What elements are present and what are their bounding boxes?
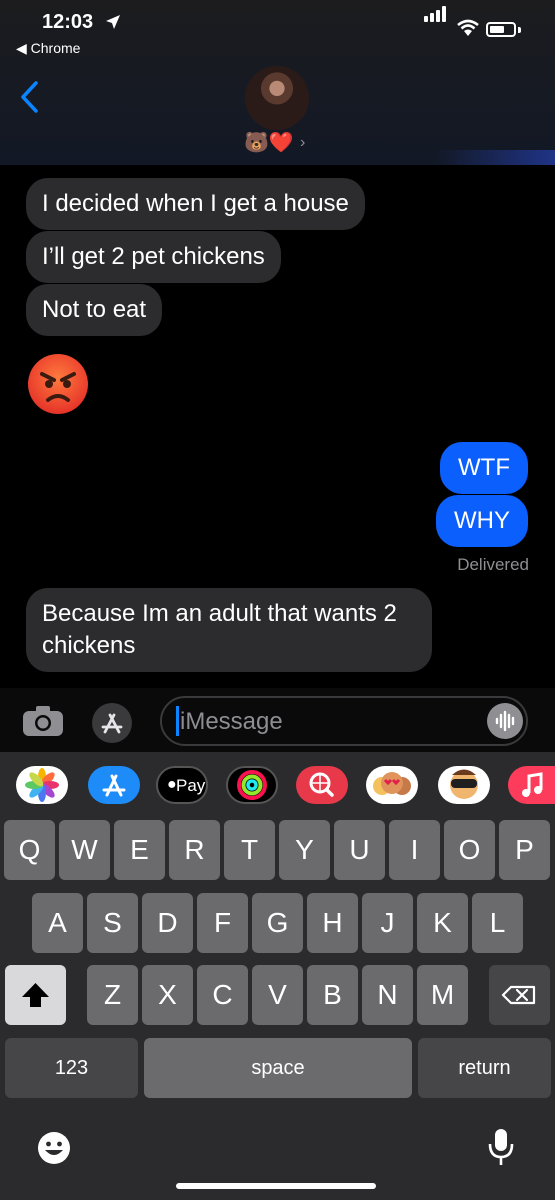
apple-pay-icon[interactable]: ● Pay bbox=[156, 766, 208, 804]
key-z[interactable]: Z bbox=[87, 965, 138, 1025]
space-key[interactable]: space bbox=[144, 1038, 412, 1098]
wifi-icon bbox=[457, 19, 479, 36]
memoji-icon[interactable] bbox=[366, 766, 418, 804]
memoji-icon[interactable] bbox=[438, 766, 490, 804]
key-i[interactable]: I bbox=[389, 820, 440, 880]
key-p[interactable]: P bbox=[499, 820, 550, 880]
delete-key[interactable] bbox=[489, 965, 550, 1025]
waveform-icon bbox=[495, 710, 515, 732]
key-b[interactable]: B bbox=[307, 965, 358, 1025]
key-m[interactable]: M bbox=[417, 965, 468, 1025]
activity-icon[interactable] bbox=[226, 766, 278, 804]
shift-key[interactable] bbox=[5, 965, 66, 1025]
key-f[interactable]: F bbox=[197, 893, 248, 953]
contact-name[interactable]: 🐻❤️ bbox=[244, 132, 294, 154]
key-y[interactable]: Y bbox=[279, 820, 330, 880]
key-c[interactable]: C bbox=[197, 965, 248, 1025]
text-caret bbox=[176, 706, 179, 736]
message-bubble-incoming[interactable]: Because Im an adult that wants 2 chicken… bbox=[26, 588, 432, 672]
backspace-icon bbox=[501, 985, 536, 1005]
key-q[interactable]: Q bbox=[4, 820, 55, 880]
return-key[interactable]: return bbox=[418, 1038, 551, 1098]
key-t[interactable]: T bbox=[224, 820, 275, 880]
message-bubble-incoming[interactable]: Not to eat bbox=[26, 284, 163, 336]
key-v[interactable]: V bbox=[252, 965, 303, 1025]
key-w[interactable]: W bbox=[59, 820, 110, 880]
status-time: 12:03 bbox=[42, 11, 94, 33]
key-r[interactable]: R bbox=[169, 820, 220, 880]
message-bubble-outgoing[interactable]: WHY bbox=[436, 495, 528, 547]
shift-arrow-icon bbox=[22, 983, 49, 1007]
contact-avatar[interactable] bbox=[245, 66, 309, 130]
battery-icon bbox=[486, 22, 516, 37]
key-g[interactable]: G bbox=[252, 893, 303, 953]
key-l[interactable]: L bbox=[472, 893, 523, 953]
key-k[interactable]: K bbox=[417, 893, 468, 953]
camera-icon[interactable] bbox=[22, 705, 64, 737]
app-store-button[interactable] bbox=[92, 703, 132, 743]
web-search-icon[interactable] bbox=[296, 766, 348, 804]
message-bubble-outgoing[interactable]: WTF bbox=[440, 442, 528, 494]
contact-chevron-icon[interactable]: › bbox=[300, 134, 305, 152]
message-bubble-incoming[interactable]: I’ll get 2 pet chickens bbox=[26, 231, 281, 283]
key-s[interactable]: S bbox=[87, 893, 138, 953]
dictation-mic-icon[interactable] bbox=[486, 1127, 516, 1169]
key-h[interactable]: H bbox=[307, 893, 358, 953]
key-d[interactable]: D bbox=[142, 893, 193, 953]
angry-face-emoji[interactable]: 😡 bbox=[28, 354, 88, 414]
battery-nub bbox=[518, 27, 521, 33]
emoji-keyboard-icon[interactable] bbox=[36, 1130, 72, 1166]
key-a[interactable]: A bbox=[32, 893, 83, 953]
home-indicator[interactable] bbox=[176, 1183, 376, 1189]
app-store-icon[interactable] bbox=[88, 766, 140, 804]
photos-icon[interactable] bbox=[16, 766, 68, 804]
delivered-status: Delivered bbox=[457, 555, 529, 574]
message-input-placeholder: iMessage bbox=[180, 708, 283, 735]
app-store-icon bbox=[101, 713, 123, 734]
numbers-key[interactable]: 123 bbox=[5, 1038, 138, 1098]
key-e[interactable]: E bbox=[114, 820, 165, 880]
audio-message-button[interactable] bbox=[487, 703, 523, 739]
back-to-app-link[interactable]: ◀ Chrome bbox=[16, 40, 80, 57]
back-chevron-icon[interactable] bbox=[18, 80, 42, 114]
key-n[interactable]: N bbox=[362, 965, 413, 1025]
message-bubble-incoming[interactable]: I decided when I get a house bbox=[26, 178, 365, 230]
music-icon[interactable] bbox=[508, 766, 555, 804]
key-o[interactable]: O bbox=[444, 820, 495, 880]
location-arrow-icon bbox=[106, 15, 120, 29]
key-x[interactable]: X bbox=[142, 965, 193, 1025]
header-glow bbox=[435, 150, 555, 165]
key-u[interactable]: U bbox=[334, 820, 385, 880]
key-j[interactable]: J bbox=[362, 893, 413, 953]
